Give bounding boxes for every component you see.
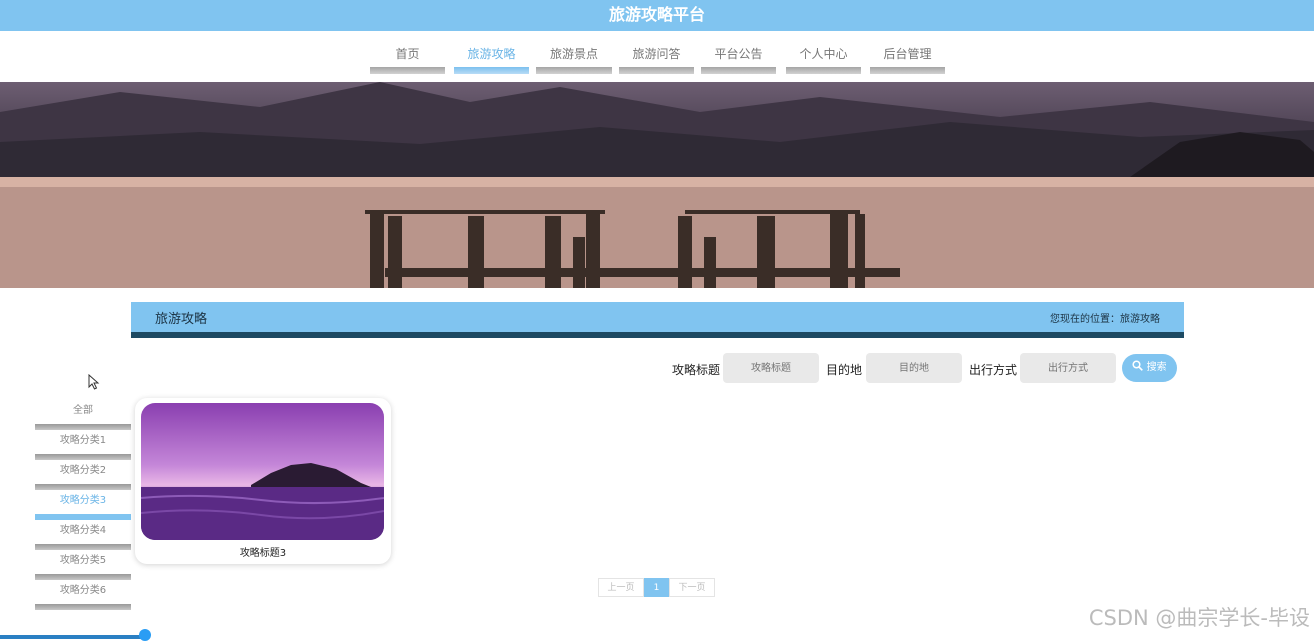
search-bar: 攻略标题 目的地 出行方式 搜索 [0,353,1314,383]
nav-item-profile[interactable]: 个人中心 [786,45,861,75]
search-icon [1132,360,1144,371]
guide-card-title[interactable]: 攻略标题3 [135,544,391,559]
section-title: 旅游攻略 [155,312,208,327]
travel-mode-search-input[interactable] [1020,353,1116,383]
category-item-4[interactable]: 攻略分类4 [35,520,131,550]
nav-item-announcements[interactable]: 平台公告 [701,45,776,75]
destination-label: 目的地 [826,363,863,377]
category-item-3[interactable]: 攻略分类3 [35,490,131,520]
category-list: 全部 攻略分类1 攻略分类2 攻略分类3 攻略分类4 攻略分类5 攻略分类6 [35,400,131,610]
prev-page-button[interactable]: 上一页 [598,578,644,597]
nav-item-qa[interactable]: 旅游问答 [619,45,694,75]
search-button-label: 搜索 [1146,362,1167,373]
nav-item-attractions[interactable]: 旅游景点 [536,45,612,75]
category-item-5[interactable]: 攻略分类5 [35,550,131,580]
banner-image [0,82,1314,288]
next-page-button[interactable]: 下一页 [669,578,715,597]
top-header: 旅游攻略平台 [0,0,1314,31]
guide-card-image[interactable] [141,403,384,540]
title-label: 攻略标题 [672,363,721,377]
progress-handle[interactable] [139,629,151,641]
page-1-button[interactable]: 1 [644,578,669,597]
main-nav: 首页 旅游攻略 旅游景点 旅游问答 平台公告 个人中心 后台管理 [0,31,1314,82]
breadcrumb: 您现在的位置：旅游攻略 [1050,314,1160,325]
progress-track [0,635,145,639]
nav-item-guides[interactable]: 旅游攻略 [454,45,529,75]
category-item-6[interactable]: 攻略分类6 [35,580,131,610]
title-search-input[interactable] [723,353,819,383]
category-item-all[interactable]: 全部 [35,400,131,430]
category-item-2[interactable]: 攻略分类2 [35,460,131,490]
watermark: CSDN @曲宗学长-毕设 [1088,606,1310,630]
nav-item-admin[interactable]: 后台管理 [870,45,945,75]
mouse-cursor-icon [88,374,100,390]
search-button[interactable]: 搜索 [1122,354,1177,382]
category-item-1[interactable]: 攻略分类1 [35,430,131,460]
destination-search-input[interactable] [866,353,962,383]
section-header: 旅游攻略 您现在的位置：旅游攻略 [131,302,1184,338]
site-title: 旅游攻略平台 [608,5,705,24]
guide-card[interactable]: 攻略标题3 [135,398,391,564]
nav-item-home[interactable]: 首页 [370,45,445,75]
pagination: 上一页 1 下一页 [598,578,715,597]
travel-mode-label: 出行方式 [969,363,1018,377]
